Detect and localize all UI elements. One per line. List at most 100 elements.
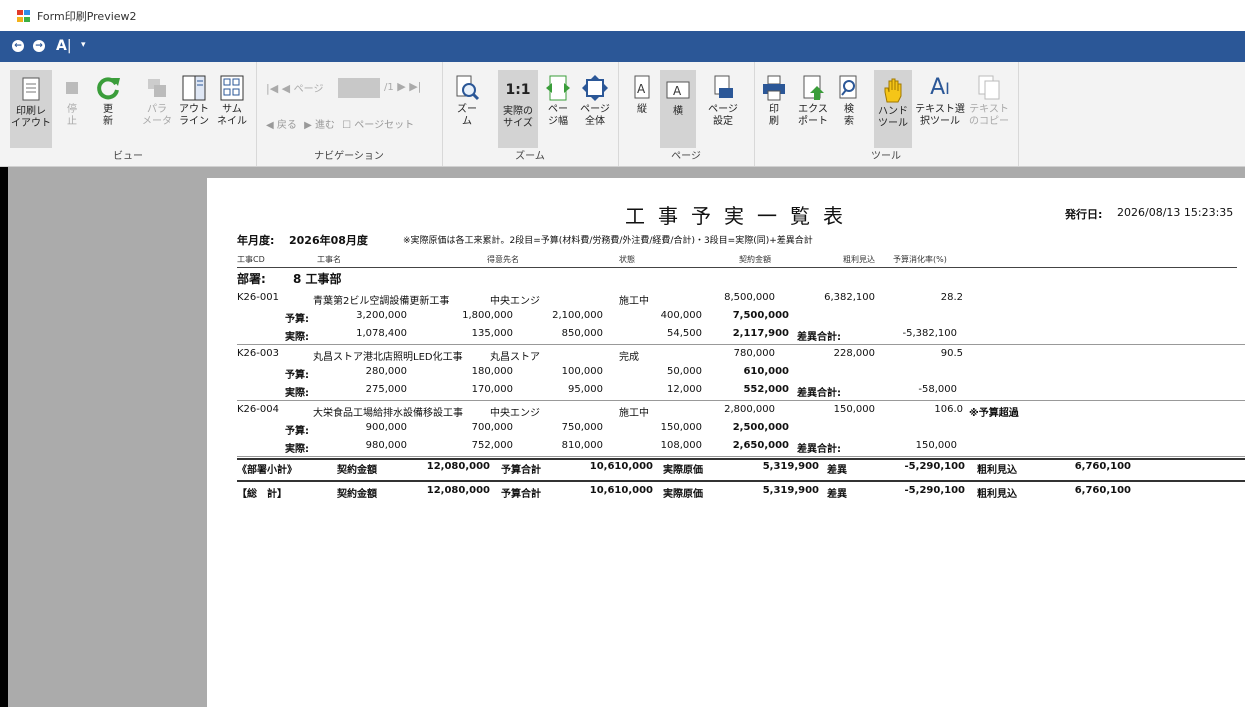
ribbon: 印刷レ イアウト 停止 更新 パラメータ アウトライン サムネイル ビュー <box>0 62 1245 167</box>
printer-icon <box>760 74 788 102</box>
total-label: 【総 計】 <box>237 489 287 500</box>
total-budget: 10,610,000 <box>589 485 653 496</box>
page-icon <box>17 76 45 104</box>
prev-page-icon[interactable]: ◀ <box>282 82 290 95</box>
parameters-button[interactable]: パラ メータ <box>140 74 174 128</box>
total-diff-label: 差異 <box>827 489 847 500</box>
hand-icon <box>879 76 907 104</box>
next-page-icon[interactable]: ▶ <box>397 80 405 93</box>
row-name: 丸昌ストア港北店照明LED化工事 <box>313 352 463 363</box>
refresh-icon <box>94 74 122 102</box>
diff-amount: -5,382,100 <box>902 328 957 339</box>
window-title: Form印刷Preview2 <box>37 10 137 23</box>
row-cd: K26-004 <box>237 404 279 415</box>
row-rate: 28.2 <box>940 292 963 303</box>
portrait-icon: A <box>628 74 656 102</box>
page-width-button[interactable]: ペー ジ幅 <box>542 74 574 128</box>
search-icon <box>835 74 863 102</box>
total-contract: 12,080,000 <box>426 485 490 496</box>
budget-amount: 7,500,000 <box>732 310 789 321</box>
report-page[interactable]: 工事予実一覧表 発行日: 2026/08/13 15:23:35 年月度: 20… <box>207 178 1245 707</box>
svg-text:A: A <box>637 82 646 96</box>
hand-tool-button[interactable]: ハンド ツール <box>874 70 912 148</box>
issue-date: 2026/08/13 15:23:35 <box>1117 206 1234 219</box>
page-setup-button[interactable]: ページ 設定 <box>706 74 740 128</box>
page-count: /1 <box>384 82 394 93</box>
subtotal-rule <box>237 458 1245 460</box>
actual-size-button[interactable]: 1:1 実際の サイズ <box>498 70 538 148</box>
outline-button[interactable]: アウト ライン <box>176 74 212 128</box>
row-status: 施工中 <box>619 296 649 307</box>
title-bar: Form印刷Preview2 <box>0 0 1245 31</box>
header-rule <box>237 267 1237 268</box>
zoom-button[interactable]: ズーム <box>452 74 482 128</box>
diff-label: 差異合計: <box>797 332 841 343</box>
print-button[interactable]: 印刷 <box>758 74 790 128</box>
row-separator <box>237 344 1245 345</box>
month-value: 2026年08月度 <box>289 234 368 247</box>
group-label-page: ページ <box>671 151 701 162</box>
header-cd: 工事CD <box>237 255 265 264</box>
total-actual-label: 実際原価 <box>663 489 703 500</box>
stop-button[interactable]: 停止 <box>58 74 86 128</box>
landscape-button[interactable]: A 横 <box>660 70 696 148</box>
row-separator <box>237 400 1245 401</box>
actual-amount: 2,650,000 <box>732 440 789 451</box>
left-border <box>0 167 8 707</box>
row-cd: K26-001 <box>237 292 279 303</box>
thumbnail-button[interactable]: サム ネイル <box>214 74 250 128</box>
total-actual: 5,319,900 <box>762 485 819 496</box>
search-button[interactable]: 検索 <box>834 74 864 128</box>
group-label-navigation: ナビゲーション <box>314 151 384 162</box>
row-status: 完成 <box>619 352 639 363</box>
group-navigation: |◀ ◀ ページ /1 ▶ ▶| ◀ 戻る ▶ 進む ☐ ページセット ナビゲー… <box>256 62 443 166</box>
report-note: ※実際原価は各工来累計。2段目=予算(材料費/労務費/外注費/経費/合計)・3段… <box>403 236 813 246</box>
header-rate: 予算消化率(%) <box>893 255 947 264</box>
whole-page-button[interactable]: ページ 全体 <box>578 74 612 128</box>
copy-text-button[interactable]: テキスト のコピー <box>968 74 1010 128</box>
subtotal-actual-label: 実際原価 <box>663 465 703 476</box>
subtotal-diff-label: 差異 <box>827 465 847 476</box>
dept-label: 部署: <box>237 272 266 286</box>
nav-forward-button[interactable]: ▶ 進む <box>304 120 335 131</box>
subtotal-profit: 6,760,100 <box>1074 461 1131 472</box>
diff-label: 差異合計: <box>797 444 841 455</box>
forward-arrow-icon[interactable]: → <box>33 40 45 52</box>
page-number-input[interactable] <box>338 78 380 98</box>
report-title: 工事予実一覧表 <box>625 204 856 228</box>
text-select-icon[interactable]: A| <box>56 38 72 54</box>
refresh-button[interactable]: 更新 <box>92 74 124 128</box>
actual-amount: 552,000 <box>743 384 789 395</box>
group-zoom: ズーム 1:1 実際の サイズ ペー ジ幅 ページ 全体 ズーム <box>442 62 619 166</box>
actual-amount: 2,117,900 <box>732 328 789 339</box>
row-status: 施工中 <box>619 408 649 419</box>
diff-label: 差異合計: <box>797 388 841 399</box>
group-label-tools: ツール <box>871 151 901 162</box>
export-button[interactable]: エクス ポート <box>794 74 832 128</box>
budget-amount: 2,500,000 <box>732 422 789 433</box>
group-view: 印刷レ イアウト 停止 更新 パラ メータ アウト ライン サム ネイル ビュー <box>0 62 257 166</box>
stop-icon <box>58 74 86 102</box>
one-to-one-icon: 1:1 <box>505 82 531 98</box>
copy-icon <box>975 74 1003 102</box>
last-page-icon[interactable]: ▶| <box>409 80 421 93</box>
portrait-button[interactable]: A 縦 <box>628 74 656 116</box>
text-cursor-icon: AI <box>930 75 950 100</box>
issue-date-label: 発行日: <box>1065 208 1103 221</box>
text-select-tool-button[interactable]: AI テキスト選 択ツール <box>914 74 966 128</box>
nav-back-button[interactable]: ◀ 戻る <box>266 120 297 131</box>
first-page-icon[interactable]: |◀ <box>266 82 278 95</box>
header-client: 得意先名 <box>487 255 519 264</box>
customize-dropdown-icon[interactable]: ▾ <box>81 40 86 50</box>
row-name: 大栄食品工場給排水設備移設工事 <box>313 408 463 419</box>
header-profit: 粗利見込 <box>843 255 875 264</box>
parameters-icon <box>143 74 171 102</box>
page-setup-icon <box>709 74 737 102</box>
row-rate: 106.0 <box>934 404 963 415</box>
page-set-checkbox[interactable]: ☐ ページセット <box>342 120 414 131</box>
landscape-icon: A <box>664 76 692 104</box>
budget-amount: 610,000 <box>743 366 789 377</box>
back-arrow-icon[interactable]: ← <box>12 40 24 52</box>
budget-amount: 3,200,000 <box>356 310 407 321</box>
print-layout-button[interactable]: 印刷レ イアウト <box>10 70 52 148</box>
